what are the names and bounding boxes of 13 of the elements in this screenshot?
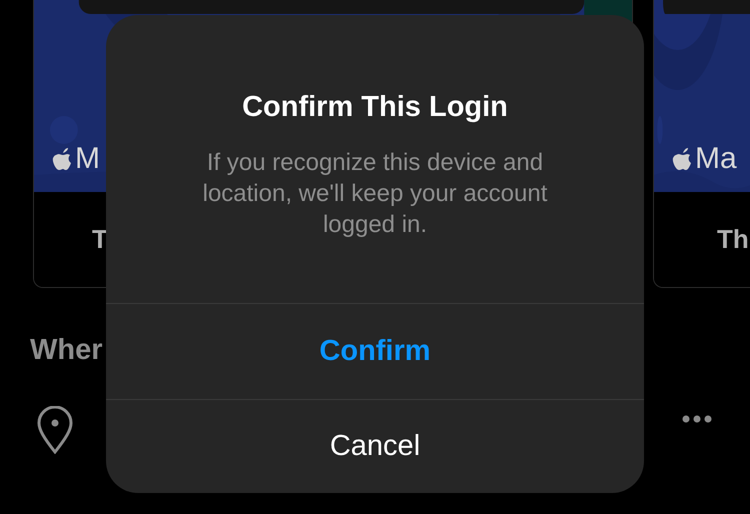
map-label: M [75, 142, 100, 176]
cancel-button[interactable]: Cancel [106, 399, 644, 493]
apple-logo-icon [52, 146, 74, 172]
card-caption: T [92, 224, 108, 255]
card-caption: Th [717, 224, 749, 255]
dialog-title: Confirm This Login [242, 90, 508, 125]
confirm-button[interactable]: Confirm [106, 303, 644, 399]
dialog-message: If you recognize this device and location, we'll keep your account logged in. [202, 148, 548, 240]
more-icon[interactable] [682, 415, 712, 423]
section-heading: Wher [30, 334, 102, 366]
map-label: Ma [695, 142, 737, 176]
location-pin-icon [36, 406, 74, 454]
apple-logo-icon [672, 146, 694, 172]
